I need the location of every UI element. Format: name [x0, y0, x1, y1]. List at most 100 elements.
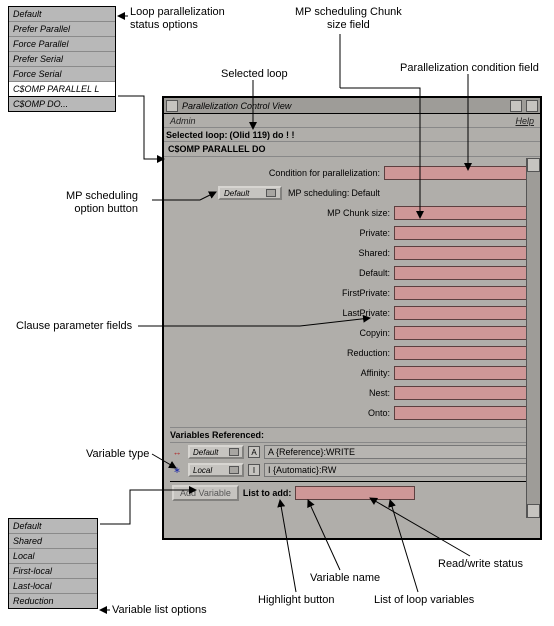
mp-scheduling-value: Default — [351, 188, 380, 198]
clause-label: LastPrivate: — [310, 308, 390, 318]
mp-chunk-row: MP Chunk size: — [170, 203, 534, 223]
clause-label: Shared: — [310, 248, 390, 258]
highlight-button[interactable]: A — [248, 446, 260, 458]
clause-label: Nest: — [310, 388, 390, 398]
clause-row: Default: — [170, 263, 534, 283]
clause-label: Affinity: — [310, 368, 390, 378]
loop-status-option[interactable]: C$OMP DO... — [9, 97, 115, 111]
clause-field[interactable] — [394, 326, 534, 340]
callout-mp-option-button: MP scheduling option button — [66, 190, 138, 216]
variable-list-options-list[interactable]: DefaultSharedLocalFirst-localLast-localR… — [8, 518, 98, 609]
clause-field[interactable] — [394, 226, 534, 240]
clause-row: FirstPrivate: — [170, 283, 534, 303]
clause-label: Onto: — [310, 408, 390, 418]
window-titlebar: Parallelization Control View — [164, 98, 540, 114]
callout-selected-loop: Selected loop — [221, 68, 288, 81]
condition-field[interactable] — [384, 166, 534, 180]
clause-row: Shared: — [170, 243, 534, 263]
scroll-up-icon[interactable] — [527, 158, 540, 172]
loop-status-option[interactable]: C$OMP PARALLEL L — [9, 82, 115, 97]
bottom-bar: Add Variable List to add: — [170, 481, 534, 504]
parallelization-control-view-window: Parallelization Control View Admin Help … — [162, 96, 542, 540]
condition-row: Condition for parallelization: — [170, 163, 534, 183]
clause-row: Nest: — [170, 383, 534, 403]
selected-loop-row: Selected loop: (Olid 119) do ! ! — [164, 128, 540, 142]
clause-field[interactable] — [394, 306, 534, 320]
add-variable-button[interactable]: Add Variable — [172, 485, 239, 501]
clause-field[interactable] — [394, 266, 534, 280]
selected-loop-label: Selected loop: — [166, 130, 228, 140]
clause-label: Default: — [310, 268, 390, 278]
variables-referenced-section: Variables Referenced: ↔ Default A A {Refere… — [170, 427, 534, 479]
mp-chunk-label: MP Chunk size: — [310, 208, 390, 218]
option-indicator-icon — [229, 448, 239, 456]
clause-field[interactable] — [394, 366, 534, 380]
scroll-down-icon[interactable] — [527, 504, 540, 518]
loop-status-option[interactable]: Force Parallel — [9, 37, 115, 52]
clause-field[interactable] — [394, 406, 534, 420]
highlight-button[interactable]: I — [248, 464, 260, 476]
mp-scheduling-option-button[interactable]: Default — [218, 186, 282, 200]
directive-line: C$OMP PARALLEL DO — [164, 142, 540, 157]
mp-scheduling-option-text: Default — [224, 189, 249, 198]
variable-row: ↔ Default A A {Reference}:WRITE — [170, 443, 534, 461]
clause-field[interactable] — [394, 346, 534, 360]
variable-list-option[interactable]: Local — [9, 549, 97, 564]
loop-status-option[interactable]: Force Serial — [9, 67, 115, 82]
clause-label: Reduction: — [310, 348, 390, 358]
vertical-scrollbar[interactable] — [526, 158, 540, 518]
variable-option-button[interactable]: Default — [188, 445, 244, 459]
loop-status-option[interactable]: Default — [9, 7, 115, 22]
clause-field[interactable] — [394, 386, 534, 400]
variables-referenced-title: Variables Referenced: — [170, 430, 534, 443]
clause-field[interactable] — [394, 246, 534, 260]
window-minimize-icon[interactable] — [510, 100, 522, 112]
variable-list-option[interactable]: Last-local — [9, 579, 97, 594]
list-to-add-field[interactable] — [295, 486, 415, 500]
variable-row: ∗ Local I I {Automatic}:RW — [170, 461, 534, 479]
variable-type-icon: ↔ — [170, 446, 184, 458]
menubar: Admin Help — [164, 114, 540, 128]
mp-scheduling-label: MP scheduling: — [288, 188, 349, 198]
variable-list-option[interactable]: First-local — [9, 564, 97, 579]
loop-status-options-list[interactable]: DefaultPrefer ParallelForce ParallelPref… — [8, 6, 116, 112]
clause-row: Reduction: — [170, 343, 534, 363]
variable-list-option[interactable]: Reduction — [9, 594, 97, 608]
mp-scheduling-row: Default MP scheduling: Default — [170, 183, 534, 203]
callout-highlight-button: Highlight button — [258, 594, 334, 607]
callout-parallel-cond: Parallelization condition field — [400, 62, 539, 75]
menu-help[interactable]: Help — [515, 116, 534, 126]
variable-cell[interactable]: I {Automatic}:RW — [264, 463, 534, 477]
window-body: Condition for parallelization: Default M… — [164, 157, 540, 506]
clause-label: FirstPrivate: — [310, 288, 390, 298]
callout-var-list-options: Variable list options — [112, 604, 207, 617]
option-indicator-icon — [229, 466, 239, 474]
window-maximize-icon[interactable] — [526, 100, 538, 112]
clause-row: LastPrivate: — [170, 303, 534, 323]
variable-list-option[interactable]: Shared — [9, 534, 97, 549]
variable-list-option[interactable]: Default — [9, 519, 97, 534]
selected-loop-value: (Olid 119) do ! ! — [230, 130, 295, 140]
loop-status-option[interactable]: Prefer Serial — [9, 52, 115, 67]
clause-row: Onto: — [170, 403, 534, 423]
callout-loop-vars: List of loop variables — [374, 594, 474, 607]
callout-variable-type: Variable type — [86, 448, 149, 461]
list-to-add-label: List to add: — [243, 488, 292, 498]
mp-chunk-field[interactable] — [394, 206, 534, 220]
condition-label: Condition for parallelization: — [269, 168, 380, 178]
clause-field[interactable] — [394, 286, 534, 300]
menu-admin[interactable]: Admin — [170, 116, 196, 126]
callout-clause-fields: Clause parameter fields — [16, 320, 132, 333]
variable-option-button[interactable]: Local — [188, 463, 244, 477]
variable-cell[interactable]: A {Reference}:WRITE — [264, 445, 534, 459]
option-indicator-icon — [266, 189, 276, 197]
clause-label: Private: — [310, 228, 390, 238]
callout-rw-status: Read/write status — [438, 558, 523, 571]
clause-row: Private: — [170, 223, 534, 243]
window-menu-icon[interactable] — [166, 100, 178, 112]
loop-status-option[interactable]: Prefer Parallel — [9, 22, 115, 37]
callout-loop-status-options: Loop parallelization status options — [130, 6, 225, 32]
clause-row: Copyin: — [170, 323, 534, 343]
window-title: Parallelization Control View — [182, 101, 506, 111]
variable-type-icon: ∗ — [170, 464, 184, 476]
